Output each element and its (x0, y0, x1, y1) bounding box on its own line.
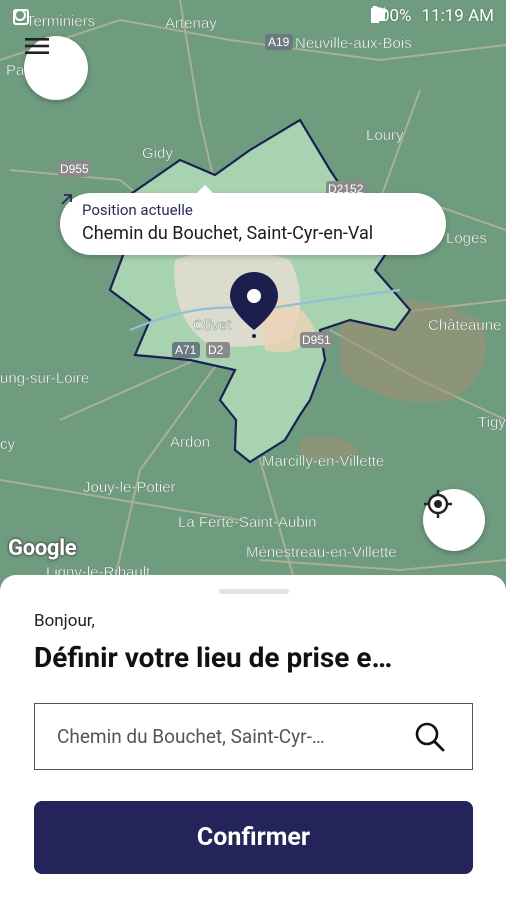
current-position-address: Chemin du Bouchet, Saint-Cyr-en-Val (82, 223, 374, 244)
location-status-icon (14, 9, 26, 21)
hamburger-icon (25, 38, 49, 54)
my-location-button[interactable] (423, 489, 485, 551)
current-position-bubble[interactable]: Position actuelle Chemin du Bouchet, Sai… (60, 185, 446, 255)
map-view[interactable]: Artenay Neuville-aux-Bois Gidy Loury Oli… (0, 0, 506, 600)
svg-text:Châteaune: Châteaune (428, 317, 501, 334)
svg-text:A71: A71 (175, 343, 197, 357)
svg-text:cy: cy (0, 436, 16, 453)
status-bar: 100% 11:19 AM (0, 0, 506, 36)
svg-text:ung-sur-Loire: ung-sur-Loire (0, 370, 89, 387)
bottom-sheet: Bonjour, Définir votre lieu de prise e… … (0, 575, 506, 900)
menu-button[interactable] (24, 36, 88, 100)
confirm-button[interactable]: Confirmer (34, 801, 473, 874)
svg-text:Ardon: Ardon (170, 434, 210, 451)
battery-icon (371, 6, 380, 23)
svg-text:Tigy: Tigy (478, 414, 506, 431)
pickup-search-value: Chemin du Bouchet, Saint-Cyr-… (57, 725, 325, 748)
svg-text:La Ferté-Saint-Aubin: La Ferté-Saint-Aubin (178, 514, 316, 531)
svg-text:Neuville-aux-Bois: Neuville-aux-Bois (295, 35, 412, 52)
current-position-label-row: Position actuelle (61, 194, 446, 219)
svg-text:Ménestreau-en-Villette: Ménestreau-en-Villette (246, 544, 397, 561)
svg-text:Olivet: Olivet (193, 317, 232, 334)
svg-text:D951: D951 (302, 333, 331, 347)
drag-handle[interactable] (219, 589, 289, 594)
sheet-title: Définir votre lieu de prise e… (34, 641, 393, 674)
pickup-search-field[interactable]: Chemin du Bouchet, Saint-Cyr-… (34, 703, 473, 770)
svg-text:A19: A19 (268, 35, 290, 49)
clock: 11:19 AM (421, 6, 494, 26)
status-right: 100% 11:19 AM (370, 6, 494, 26)
svg-text:Jouy-le-Potier: Jouy-le-Potier (83, 479, 176, 496)
search-icon[interactable] (414, 721, 446, 753)
svg-text:D2: D2 (208, 343, 224, 357)
svg-text:Loges: Loges (446, 230, 487, 247)
svg-text:D955: D955 (60, 162, 89, 176)
svg-text:Pa: Pa (6, 62, 25, 79)
google-logo: Google (8, 536, 77, 561)
current-position-label: Position actuelle (82, 201, 193, 219)
svg-text:Gidy: Gidy (142, 145, 173, 162)
greeting: Bonjour, (34, 611, 95, 631)
crosshair-icon (424, 490, 452, 518)
arrow-up-right-icon (61, 194, 72, 205)
svg-text:Marcilly-en-Villette: Marcilly-en-Villette (262, 453, 384, 470)
svg-text:Loury: Loury (366, 127, 404, 144)
